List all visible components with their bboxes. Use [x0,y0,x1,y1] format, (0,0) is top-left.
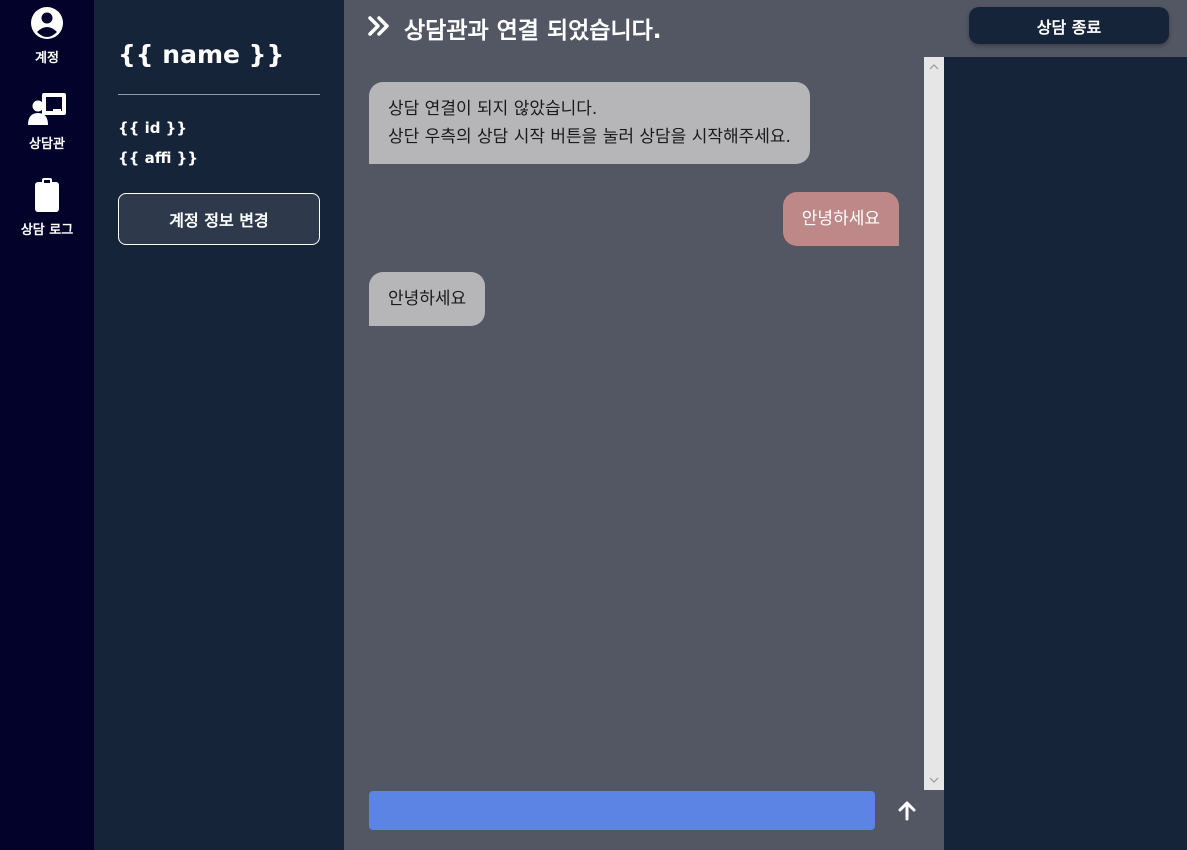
scroll-down-icon[interactable] [928,774,940,786]
message-input[interactable] [369,791,875,830]
nav-item-counselor[interactable]: 상담관 [0,90,94,152]
profile-name: {{ name }} [118,40,285,69]
send-arrow-up-icon[interactable] [894,798,920,824]
nav-item-label: 상담 로그 [20,223,74,238]
account-icon [31,7,63,39]
message-incoming: 상담 연결이 되지 않았습니다. 상단 우측의 상담 시작 버튼을 눌러 상담을… [369,82,810,164]
double-chevron-right-icon [368,16,389,36]
message-line: 안녕하세요 [801,209,880,229]
message-outgoing: 안녕하세요 [782,192,899,246]
nav-item-log[interactable]: 상담 로그 [0,176,94,238]
message-incoming: 안녕하세요 [369,272,486,326]
profile-affiliation: {{ affi }} [118,149,199,167]
nav-item-label: 계정 [35,51,59,66]
nav-rail: 계정 상담관 상담 로그 [0,0,94,850]
message-list[interactable]: 상담 연결이 되지 않았습니다. 상단 우측의 상담 시작 버튼을 눌러 상담을… [344,57,924,790]
end-consultation-button[interactable]: 상담 종료 [969,7,1169,44]
counselor-icon [28,93,66,125]
scroll-up-icon[interactable] [928,61,940,73]
nav-item-account[interactable]: 계정 [0,4,94,66]
chat-status-title: 상담관과 연결 되었습니다. [404,18,662,44]
nav-item-label: 상담관 [29,137,65,152]
message-line: 상담 연결이 되지 않았습니다. [388,99,598,119]
message-scrollbar[interactable] [924,57,944,790]
message-line: 안녕하세요 [388,289,467,309]
edit-account-button[interactable]: 계정 정보 변경 [118,193,320,245]
profile-panel: {{ name }} {{ id }} {{ affi }} 계정 정보 변경 [94,0,344,850]
message-line: 상단 우측의 상담 시작 버튼을 눌러 상담을 시작해주세요. [388,127,791,147]
profile-id: {{ id }} [118,119,188,137]
clipboard-icon [35,178,59,212]
chat-header: 상담관과 연결 되었습니다. 상담 종료 [344,0,1187,57]
divider [118,94,320,95]
